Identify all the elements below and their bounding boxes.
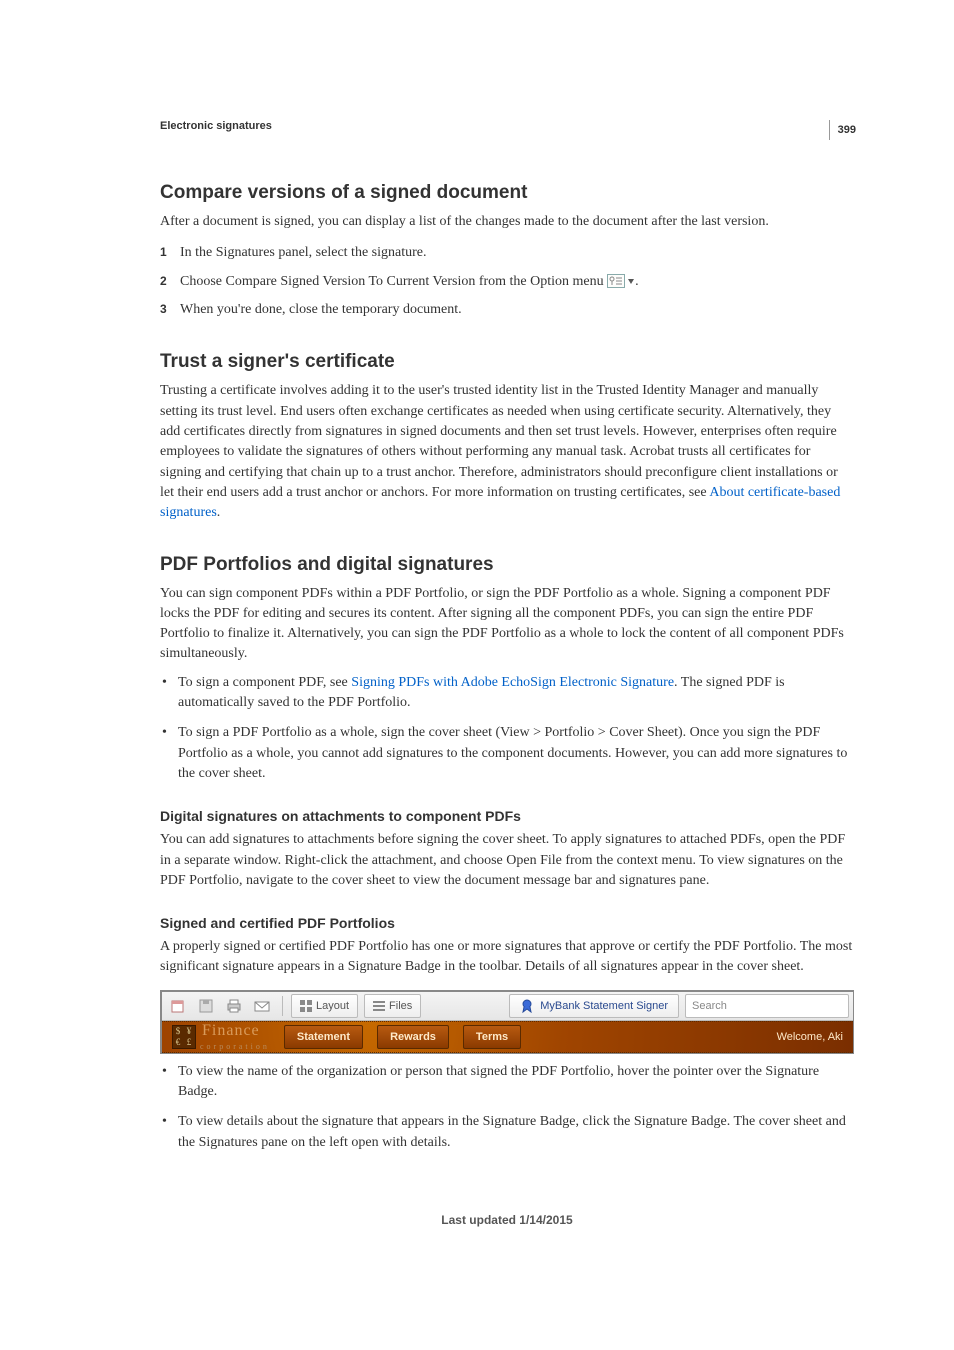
nav-terms[interactable]: Terms	[463, 1025, 521, 1049]
signature-badge-text: MyBank Statement Signer	[540, 1000, 668, 1012]
step-3: 3When you're done, close the temporary d…	[160, 299, 854, 321]
brand-logo-icon: $¥€£	[172, 1025, 196, 1049]
footer-updated: Last updated 1/14/2015	[160, 1213, 854, 1227]
trust-body-suffix: .	[217, 505, 221, 520]
save-icon[interactable]	[194, 994, 218, 1018]
attachments-body: You can add signatures to attachments be…	[160, 830, 854, 891]
welcome-text: Welcome, Aki	[777, 1031, 843, 1043]
layout-button[interactable]: Layout	[291, 994, 358, 1018]
link-signing-echosign[interactable]: Signing PDFs with Adobe EchoSign Electro…	[351, 675, 674, 690]
email-icon[interactable]	[250, 994, 274, 1018]
nav-rewards[interactable]: Rewards	[377, 1025, 449, 1049]
trust-body-text: Trusting a certificate involves adding i…	[160, 383, 838, 499]
breadcrumb: Electronic signatures	[160, 120, 854, 132]
brand-name: Finance	[202, 1022, 260, 1039]
figure-toolbar: Layout Files MyBank Statement Signer Sea…	[162, 992, 853, 1021]
step-1: 1In the Signatures panel, select the sig…	[160, 242, 854, 264]
heading-attachments: Digital signatures on attachments to com…	[160, 808, 854, 824]
page-number: 399	[829, 120, 856, 140]
figure-banner: $¥€£ Finance corporation Statement Rewar…	[162, 1021, 853, 1053]
step-2-prefix: Choose Compare Signed Version To Current…	[180, 274, 607, 289]
layout-label: Layout	[316, 1000, 349, 1012]
step-2-text: Choose Compare Signed Version To Current…	[180, 271, 639, 293]
bullet-sign-component: To sign a component PDF, see Signing PDF…	[160, 673, 854, 714]
heading-trust-signer: Trust a signer's certificate	[160, 351, 854, 373]
print-icon[interactable]	[222, 994, 246, 1018]
heading-signed-certified: Signed and certified PDF Portfolios	[160, 915, 854, 931]
nav-statement[interactable]: Statement	[284, 1025, 363, 1049]
step-1-text: In the Signatures panel, select the sign…	[180, 242, 426, 264]
bullet-sign-whole-text: To sign a PDF Portfolio as a whole, sign…	[178, 725, 847, 781]
bullet-click-badge: To view details about the signature that…	[160, 1112, 854, 1153]
intro-compare: After a document is signed, you can disp…	[160, 212, 854, 232]
portfolio-toolbar-figure: Layout Files MyBank Statement Signer Sea…	[160, 990, 854, 1054]
heading-pdf-portfolios: PDF Portfolios and digital signatures	[160, 554, 854, 576]
option-menu-icon	[607, 274, 635, 288]
step-2-suffix: .	[635, 274, 639, 289]
bullet-sign-component-pre: To sign a component PDF, see	[178, 675, 351, 690]
portfolios-intro: You can sign component PDFs within a PDF…	[160, 584, 854, 665]
signed-certified-body: A properly signed or certified PDF Portf…	[160, 937, 854, 978]
search-placeholder: Search	[692, 1000, 727, 1012]
trust-body: Trusting a certificate involves adding i…	[160, 381, 854, 523]
files-button[interactable]: Files	[364, 994, 421, 1018]
heading-compare-versions: Compare versions of a signed document	[160, 182, 854, 204]
bullet-hover-badge: To view the name of the organization or …	[160, 1062, 854, 1103]
step-3-text: When you're done, close the temporary do…	[180, 299, 462, 321]
ribbon-icon	[520, 999, 534, 1013]
brand-logo: $¥€£ Finance corporation	[172, 1022, 270, 1052]
search-input[interactable]: Search	[685, 994, 849, 1018]
brand-sub: corporation	[200, 1042, 270, 1051]
bullet-sign-whole: To sign a PDF Portfolio as a whole, sign…	[160, 723, 854, 784]
files-label: Files	[389, 1000, 412, 1012]
signature-badge[interactable]: MyBank Statement Signer	[509, 994, 679, 1018]
open-icon[interactable]	[166, 994, 190, 1018]
step-2: 2 Choose Compare Signed Version To Curre…	[160, 271, 854, 293]
